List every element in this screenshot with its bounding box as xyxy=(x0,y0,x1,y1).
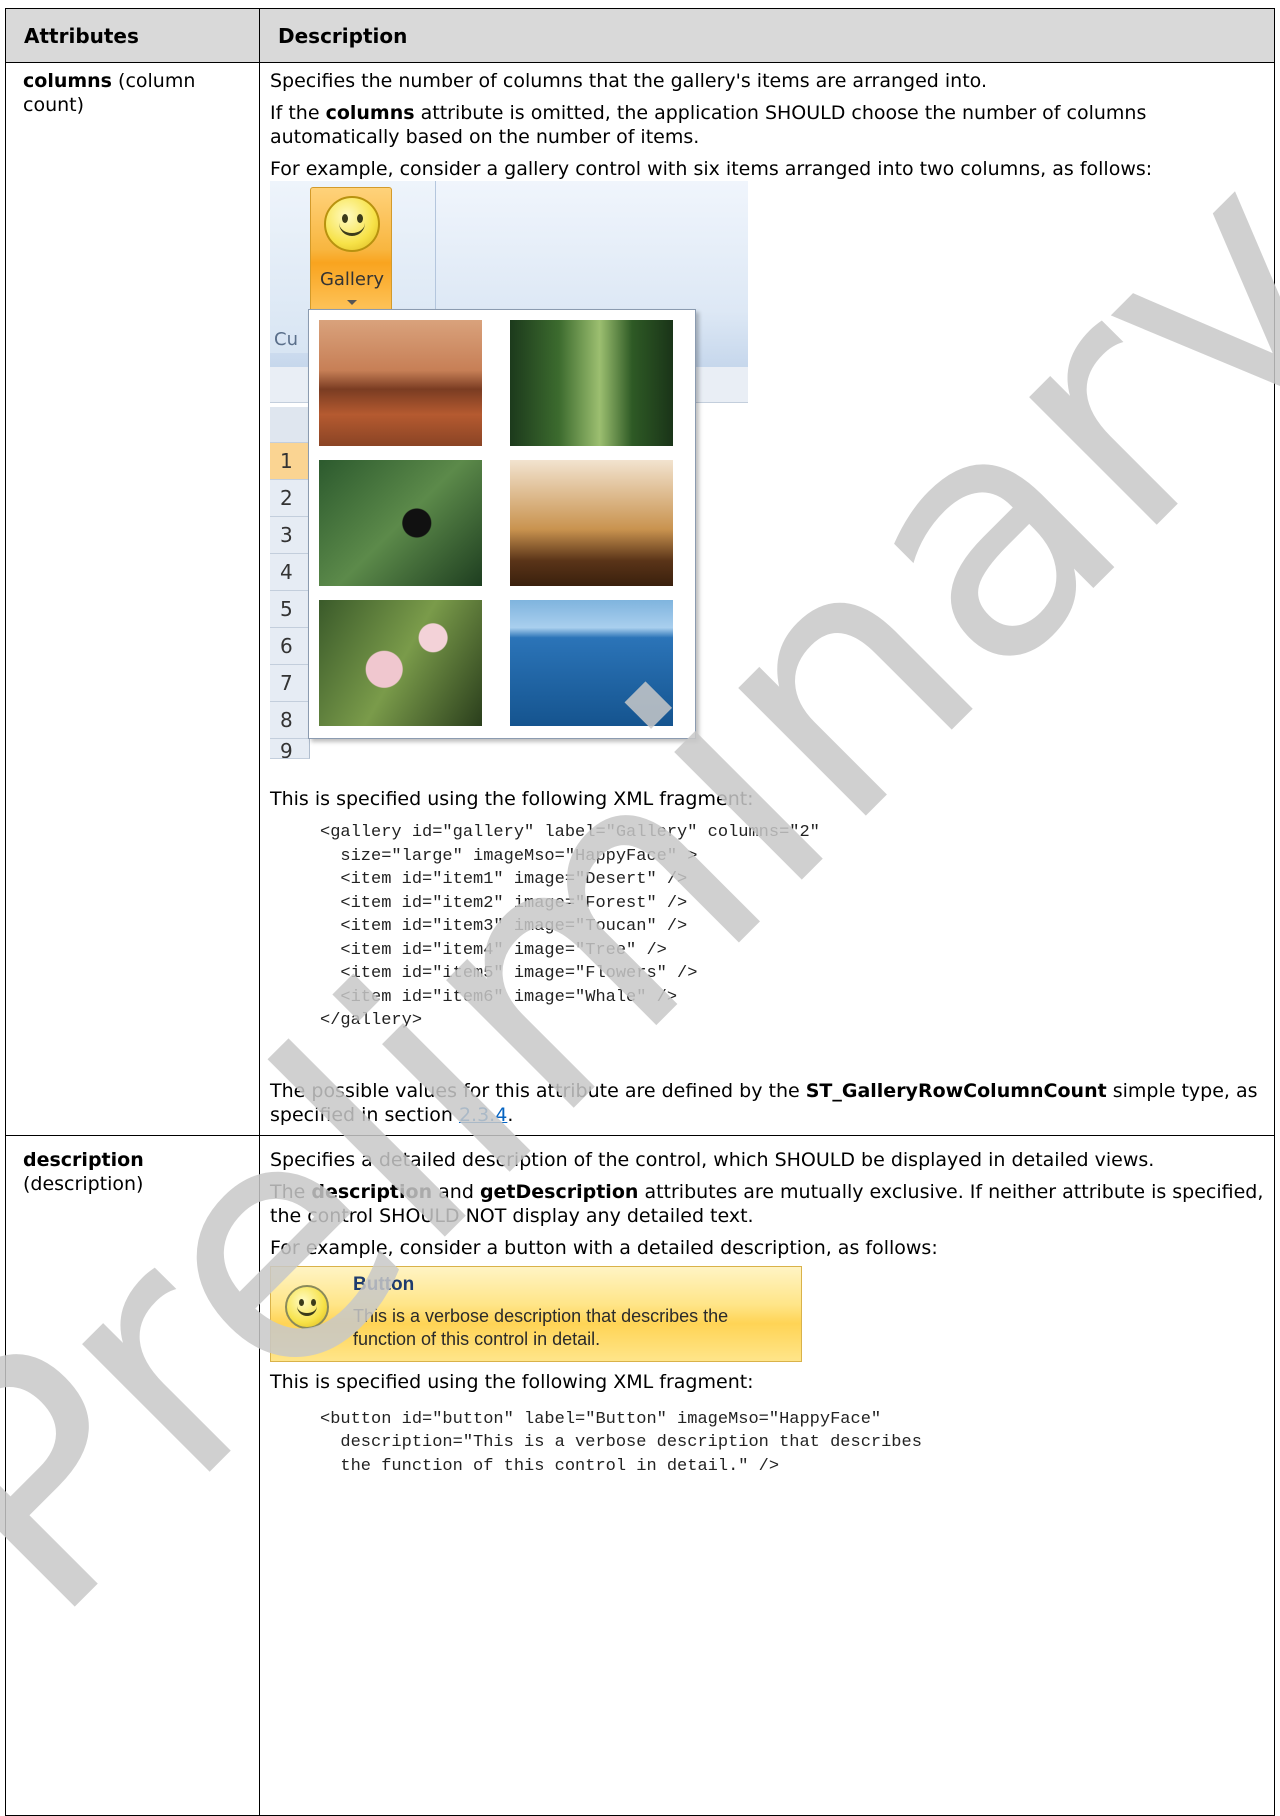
happy-face-icon xyxy=(285,1284,329,1329)
row-number: 2 xyxy=(270,480,310,517)
happy-face-icon xyxy=(324,196,380,252)
button-description: This is a verbose description that descr… xyxy=(353,1305,729,1349)
attribute-name: description xyxy=(23,1148,144,1171)
gallery-dropdown xyxy=(308,309,696,739)
row-number: 5 xyxy=(270,591,310,628)
bold-term: description xyxy=(311,1180,433,1203)
button-title: Button xyxy=(353,1273,415,1295)
attributes-table: Attributes Description columns (column c… xyxy=(5,8,1275,1816)
xml-code-block: <button id="button" label="Button" image… xyxy=(320,1409,922,1476)
header-description: Description xyxy=(259,8,1275,63)
gallery-item-forest[interactable] xyxy=(510,320,673,446)
gallery-button-label: Gallery xyxy=(319,269,385,290)
text: The possible values for this attribute a… xyxy=(270,1079,806,1102)
row-number: 4 xyxy=(270,554,310,591)
row-number: 1 xyxy=(270,443,310,480)
paragraph: This is specified using the following XM… xyxy=(270,1370,754,1393)
gallery-button: Gallery xyxy=(310,187,392,325)
row-number: 6 xyxy=(270,628,310,665)
paragraph: The possible values for this attribute a… xyxy=(270,1079,1264,1127)
paragraph: Specifies a detailed description of the … xyxy=(270,1148,1155,1171)
section-link[interactable]: 2.3.4 xyxy=(459,1104,507,1126)
description-cell: Specifies a detailed description of the … xyxy=(259,1134,1275,1816)
text: and xyxy=(432,1180,480,1203)
gallery-screenshot: Gallery Cu 1 2 3 4 5 6 7 8 9 xyxy=(270,181,748,781)
attribute-name: columns xyxy=(23,70,112,92)
table-header-row: Attributes Description xyxy=(5,8,1275,63)
row-headers: 1 2 3 4 5 6 7 8 9 xyxy=(270,407,310,759)
group-label: Cu xyxy=(274,329,298,350)
chevron-down-icon xyxy=(347,300,357,305)
gallery-item-whale[interactable] xyxy=(510,600,673,726)
paragraph: The description and getDescription attri… xyxy=(270,1180,1264,1228)
text: . xyxy=(507,1103,514,1126)
gallery-item-tree[interactable] xyxy=(510,460,673,586)
attribute-cell: columns (column count) xyxy=(5,62,260,1136)
xml-code-block: <gallery id="gallery" label="Gallery" co… xyxy=(320,823,820,1030)
bold-term: ST_GalleryRowColumnCount xyxy=(805,1079,1107,1102)
button-screenshot: Button This is a verbose description tha… xyxy=(270,1265,802,1362)
table-row: description (description) Specifies a de… xyxy=(5,1134,1275,1816)
row-number: 9 xyxy=(270,739,310,759)
gallery-item-flowers[interactable] xyxy=(319,600,482,726)
description-cell: Specifies the number of columns that the… xyxy=(259,62,1275,1136)
row-number: 7 xyxy=(270,665,310,702)
text: The xyxy=(270,1180,312,1203)
attribute-cell: description (description) xyxy=(5,1134,260,1816)
row-number: 8 xyxy=(270,702,310,739)
paragraph: For example, consider a button with a de… xyxy=(270,1236,938,1259)
attribute-subtitle: (description) xyxy=(23,1172,144,1195)
text: If the xyxy=(270,102,326,124)
bold-term: getDescription xyxy=(479,1180,639,1203)
gallery-item-toucan[interactable] xyxy=(319,460,482,586)
bold-term: columns xyxy=(325,102,415,124)
gallery-item-desert[interactable] xyxy=(319,320,482,446)
mouth xyxy=(297,1304,317,1316)
paragraph: For example, consider a gallery control … xyxy=(270,158,1153,180)
header-attributes: Attributes xyxy=(5,8,260,63)
table-row: columns (column count) Specifies the num… xyxy=(5,62,1275,1136)
corner-cell xyxy=(270,407,310,443)
row-number: 3 xyxy=(270,517,310,554)
paragraph: This is specified using the following XM… xyxy=(270,788,754,810)
paragraph: If the columns attribute is omitted, the… xyxy=(270,101,1264,149)
mouth xyxy=(339,220,365,236)
paragraph: Specifies the number of columns that the… xyxy=(270,70,987,92)
